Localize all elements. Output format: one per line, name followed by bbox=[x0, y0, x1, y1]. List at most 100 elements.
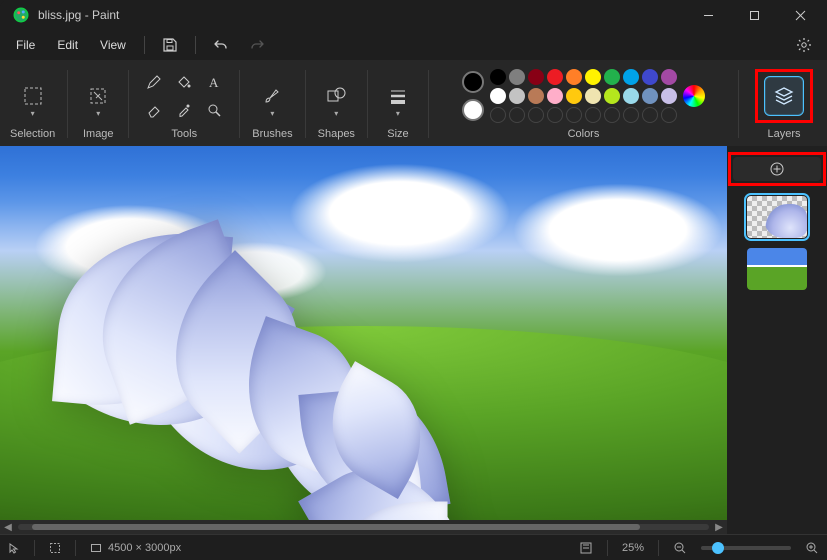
zoom-in-button[interactable] bbox=[805, 541, 819, 555]
color-picker-tool[interactable] bbox=[171, 98, 197, 122]
eraser-tool[interactable] bbox=[141, 98, 167, 122]
dimensions-text: 4500 × 3000px bbox=[108, 542, 181, 554]
primary-color[interactable] bbox=[462, 71, 484, 93]
color-swatch-empty[interactable] bbox=[509, 107, 525, 123]
group-brushes: ▾ Brushes bbox=[248, 64, 296, 144]
maximize-button[interactable] bbox=[731, 0, 777, 30]
color-swatch[interactable] bbox=[642, 88, 658, 104]
color-swatch-empty[interactable] bbox=[566, 107, 582, 123]
color-swatch[interactable] bbox=[490, 69, 506, 85]
zoom-level: 25% bbox=[622, 542, 644, 554]
color-swatch-empty[interactable] bbox=[604, 107, 620, 123]
save-button[interactable] bbox=[153, 32, 187, 58]
group-layers: Layers bbox=[747, 64, 821, 144]
scroll-thumb[interactable] bbox=[32, 524, 640, 530]
divider bbox=[144, 36, 145, 54]
color-swatch-empty[interactable] bbox=[490, 107, 506, 123]
canvas[interactable] bbox=[0, 146, 727, 520]
group-label: Layers bbox=[767, 128, 800, 144]
layers-button[interactable] bbox=[764, 76, 804, 116]
size-tool[interactable]: ▾ bbox=[380, 72, 416, 120]
chevron-down-icon: ▾ bbox=[334, 109, 338, 118]
scroll-left-icon[interactable]: ◀ bbox=[0, 522, 16, 533]
zoom-slider-knob[interactable] bbox=[712, 542, 724, 554]
color-swatch[interactable] bbox=[566, 69, 582, 85]
color-swatch[interactable] bbox=[490, 88, 506, 104]
layer-thumbnail-2[interactable] bbox=[747, 248, 807, 290]
minimize-button[interactable] bbox=[685, 0, 731, 30]
close-button[interactable] bbox=[777, 0, 823, 30]
pencil-tool[interactable] bbox=[141, 70, 167, 94]
group-colors: Colors bbox=[437, 64, 730, 144]
color-swatch[interactable] bbox=[661, 88, 677, 104]
color-swatch[interactable] bbox=[528, 69, 544, 85]
group-image: ▾ Image bbox=[76, 64, 120, 144]
select-rectangle-tool[interactable]: ▾ bbox=[15, 72, 51, 120]
color-swatch[interactable] bbox=[585, 69, 601, 85]
settings-button[interactable] bbox=[787, 32, 821, 58]
app-icon bbox=[12, 6, 30, 24]
group-label: Colors bbox=[568, 128, 600, 144]
menubar: File Edit View bbox=[0, 30, 827, 60]
magnifier-tool[interactable] bbox=[201, 98, 227, 122]
color-swatch[interactable] bbox=[623, 88, 639, 104]
window-title: bliss.jpg - Paint bbox=[38, 8, 119, 22]
scroll-right-icon[interactable]: ▶ bbox=[711, 522, 727, 533]
redo-button[interactable] bbox=[240, 32, 274, 58]
add-layer-button[interactable] bbox=[733, 157, 821, 181]
cursor-position bbox=[8, 542, 20, 554]
zoom-slider[interactable] bbox=[701, 546, 791, 550]
color-swatch[interactable] bbox=[604, 88, 620, 104]
menu-edit[interactable]: Edit bbox=[47, 34, 88, 56]
ribbon: ▾ Selection ▾ Image A Tools bbox=[0, 60, 827, 146]
color-swatch[interactable] bbox=[509, 88, 525, 104]
color-swatch[interactable] bbox=[528, 88, 544, 104]
menu-view[interactable]: View bbox=[90, 34, 136, 56]
zoom-text: 25% bbox=[622, 542, 644, 554]
undo-button[interactable] bbox=[204, 32, 238, 58]
color-swatch[interactable] bbox=[604, 69, 620, 85]
crop-tool[interactable]: ▾ bbox=[80, 72, 116, 120]
color-swatch[interactable] bbox=[566, 88, 582, 104]
color-swatch-empty[interactable] bbox=[661, 107, 677, 123]
shapes-tool[interactable]: ▾ bbox=[318, 72, 354, 120]
color-swatch-empty[interactable] bbox=[528, 107, 544, 123]
color-swatch[interactable] bbox=[642, 69, 658, 85]
canvas-viewport[interactable]: ◀ ▶ bbox=[0, 146, 727, 534]
horizontal-scrollbar[interactable]: ◀ ▶ bbox=[0, 520, 727, 534]
group-label: Image bbox=[83, 128, 114, 144]
highlight-annotation bbox=[755, 69, 813, 123]
chevron-down-icon: ▾ bbox=[396, 109, 400, 118]
fill-tool[interactable] bbox=[171, 70, 197, 94]
divider bbox=[195, 36, 196, 54]
color-swatch-empty[interactable] bbox=[547, 107, 563, 123]
secondary-color[interactable] bbox=[462, 99, 484, 121]
color-swatch[interactable] bbox=[585, 88, 601, 104]
color-swatch[interactable] bbox=[547, 69, 563, 85]
zoom-out-button[interactable] bbox=[673, 541, 687, 555]
chevron-down-icon: ▾ bbox=[31, 109, 35, 118]
color-swatch-empty[interactable] bbox=[642, 107, 658, 123]
color-swatch-empty[interactable] bbox=[585, 107, 601, 123]
color-swatch[interactable] bbox=[509, 69, 525, 85]
layer-thumbnail-1[interactable] bbox=[747, 196, 807, 238]
color-swatch-empty[interactable] bbox=[623, 107, 639, 123]
main-area: ◀ ▶ bbox=[0, 146, 827, 534]
group-shapes: ▾ Shapes bbox=[314, 64, 359, 144]
color-swatch[interactable] bbox=[623, 69, 639, 85]
chevron-down-icon: ▾ bbox=[96, 109, 100, 118]
brush-tool[interactable]: ▾ bbox=[254, 72, 290, 120]
color-swatch[interactable] bbox=[661, 69, 677, 85]
canvas-dimensions: 4500 × 3000px bbox=[90, 542, 181, 554]
group-label: Size bbox=[387, 128, 408, 144]
color-swatch[interactable] bbox=[547, 88, 563, 104]
edit-colors-button[interactable] bbox=[683, 85, 705, 107]
layers-panel bbox=[727, 146, 827, 534]
group-selection: ▾ Selection bbox=[6, 64, 59, 144]
menu-file[interactable]: File bbox=[6, 34, 45, 56]
statusbar: 4500 × 3000px 25% bbox=[0, 534, 827, 560]
text-tool[interactable]: A bbox=[201, 70, 227, 94]
bloom-graphic bbox=[160, 213, 567, 520]
group-tools: A Tools bbox=[137, 64, 231, 144]
group-size: ▾ Size bbox=[376, 64, 420, 144]
